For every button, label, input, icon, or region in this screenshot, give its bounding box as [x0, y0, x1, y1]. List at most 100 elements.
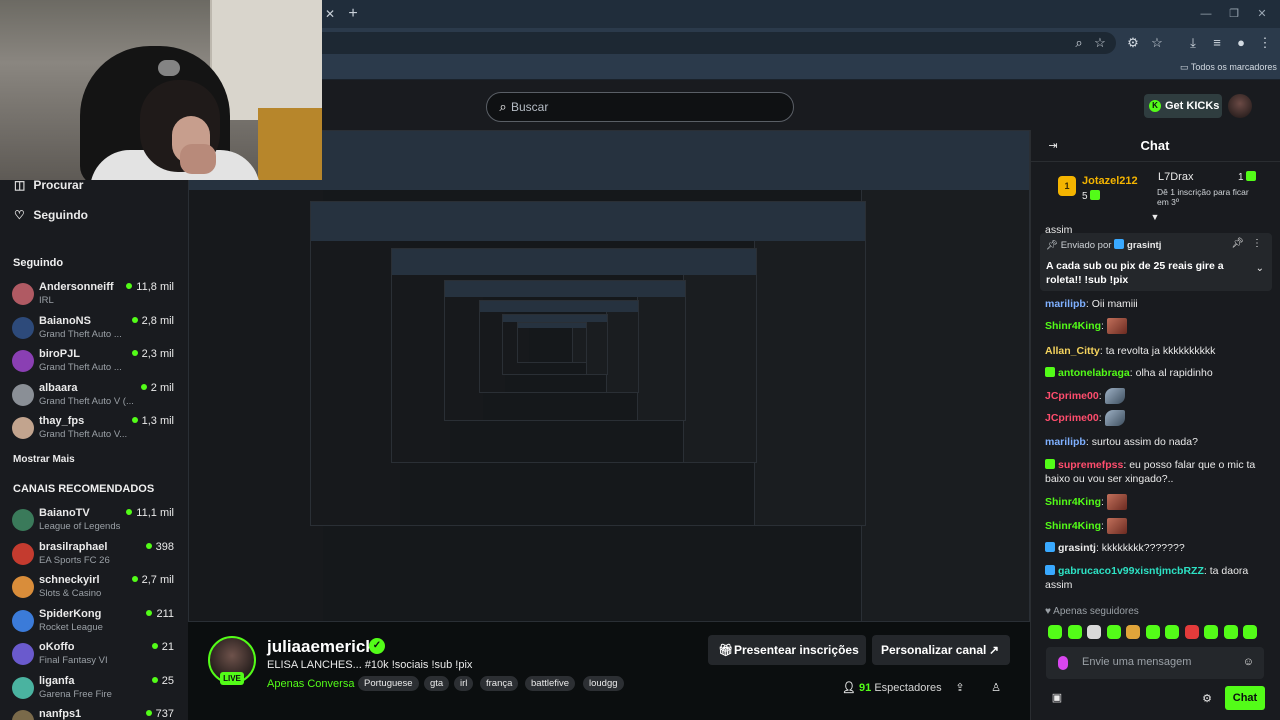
- chat-username[interactable]: grasintj: [1058, 542, 1096, 554]
- kicks-coin-icon: K: [1149, 100, 1161, 112]
- tag-gta[interactable]: gta: [424, 676, 450, 691]
- quick-emote-icon[interactable]: [1106, 625, 1121, 639]
- following-channel[interactable]: BaianoNS Grand Theft Auto ... 2,8 mil: [12, 313, 180, 343]
- gift-subs-button[interactable]: 🎁︎ Presentear inscrições: [708, 635, 866, 665]
- nav-following[interactable]: ♡ Seguindo: [14, 208, 88, 222]
- pinned-text: A cada sub ou pix de 25 reais gire a rol…: [1046, 260, 1224, 286]
- sub-gift-icon-2: [1246, 171, 1257, 181]
- rec-channel[interactable]: BaianoTV League of Legends 11,1 mil: [12, 505, 180, 535]
- chat-username[interactable]: JCprime00: [1045, 390, 1099, 402]
- customize-channel-button[interactable]: Personalizar canal ↗: [872, 635, 1010, 665]
- quick-emote-icon[interactable]: [1048, 625, 1062, 639]
- bookmark-star-icon[interactable]: ☆: [1091, 34, 1109, 52]
- minimize-icon[interactable]: —: [1198, 6, 1214, 22]
- sub-gift-icon: [1090, 190, 1101, 200]
- emoji-icon[interactable]: ☺: [1243, 656, 1254, 668]
- chat-username[interactable]: gabrucaco1v99xisntjmcbRZZ: [1058, 565, 1204, 577]
- share-icon[interactable]: ⇪: [952, 680, 968, 696]
- preview-chat: [636, 297, 685, 420]
- show-more-link[interactable]: Mostrar Mais: [13, 454, 75, 465]
- quick-emote-icon[interactable]: [1145, 625, 1160, 639]
- live-dot: [131, 417, 138, 423]
- emote-quick-bar: [1048, 625, 1264, 641]
- tag-battlefive[interactable]: battlefive: [525, 676, 576, 691]
- video-player[interactable]: [188, 130, 1030, 622]
- profile-icon[interactable]: ●: [1232, 34, 1250, 52]
- quick-emote-icon[interactable]: [1165, 625, 1179, 639]
- tag-portuguese[interactable]: Portuguese: [358, 676, 419, 691]
- rec-channel[interactable]: schneckyirl Slots & Casino 2,7 mil: [12, 572, 180, 602]
- following-channel[interactable]: albaara Grand Theft Auto V (... 2 mil: [12, 380, 180, 410]
- close-tab-icon[interactable]: ✕: [322, 6, 338, 22]
- send-chat-button[interactable]: Chat: [1225, 686, 1265, 710]
- channel-viewer-count: 398: [155, 540, 174, 553]
- quick-emote-icon[interactable]: [1087, 625, 1101, 639]
- following-channel[interactable]: biroPJL Grand Theft Auto ... 2,3 mil: [12, 346, 180, 376]
- chat-username[interactable]: supremefpss: [1058, 459, 1123, 471]
- tag-franca[interactable]: frança: [480, 676, 519, 691]
- channel-avatar: [12, 509, 34, 531]
- chat-username[interactable]: Shinr4King: [1045, 520, 1101, 532]
- chat-username[interactable]: marilipb: [1045, 436, 1086, 448]
- chat-message: JCprime00:: [1045, 410, 1267, 426]
- viewer-count: 👤︎ 91 Espectadores: [842, 681, 942, 694]
- extension-icon[interactable]: ⚙: [1124, 34, 1142, 52]
- nav-browse[interactable]: ◫ Procurar: [14, 178, 83, 192]
- chat-input-placeholder: Envie uma mensagem: [1082, 656, 1192, 668]
- quick-emote-icon[interactable]: [1184, 625, 1199, 639]
- download-icon[interactable]: ⤓: [1184, 34, 1202, 52]
- chat-username[interactable]: Shinr4King: [1045, 320, 1101, 332]
- chevron-down-icon[interactable]: ⌄: [1256, 263, 1264, 274]
- search-input[interactable]: ⌕ Buscar: [486, 92, 794, 122]
- emote-bird-icon: [1104, 388, 1125, 404]
- quick-emote-icon[interactable]: [1223, 625, 1238, 639]
- followers-only-notice: ♥ Apenas seguidores: [1045, 606, 1139, 617]
- chat-username[interactable]: Allan_Citty: [1045, 345, 1100, 357]
- collapse-chat-icon[interactable]: ⇥: [1046, 139, 1060, 153]
- rec-channel[interactable]: liganfa Garena Free Fire 25: [12, 673, 180, 703]
- preview-browser-bar: [311, 202, 865, 242]
- unpin-icon[interactable]: 📌︎: [1231, 238, 1244, 249]
- quick-emote-icon[interactable]: [1067, 625, 1082, 639]
- live-dot: [131, 576, 138, 582]
- preview-chat: [572, 328, 586, 363]
- all-bookmarks-folder[interactable]: ▭ Todos os marcadores: [1180, 62, 1277, 73]
- stream-category[interactable]: Apenas Conversa: [267, 678, 354, 690]
- quick-emote-icon[interactable]: [1126, 625, 1140, 639]
- chat-username[interactable]: marilipb: [1045, 298, 1086, 310]
- rec-channel[interactable]: nanfps1 737: [12, 706, 180, 720]
- chat-username[interactable]: antonelabraga: [1058, 367, 1130, 379]
- streamer-name[interactable]: juliaaemerick: [267, 637, 375, 657]
- follow-icon[interactable]: ♙: [988, 680, 1004, 696]
- bookmarks-icon[interactable]: ☆: [1148, 34, 1166, 52]
- menu-icon[interactable]: ⋮: [1256, 34, 1274, 52]
- following-channel[interactable]: thay_fps Grand Theft Auto V... 1,3 mil: [12, 413, 180, 443]
- following-channel[interactable]: Andersonneiff IRL 11,8 mil: [12, 279, 180, 309]
- new-tab-icon[interactable]: +: [344, 5, 362, 23]
- rec-channel[interactable]: oKoffo Final Fantasy VI 21: [12, 639, 180, 669]
- restore-icon[interactable]: ❐: [1226, 6, 1242, 22]
- close-window-icon[interactable]: ✕: [1254, 6, 1270, 22]
- tag-irl[interactable]: irl: [454, 676, 474, 691]
- chat-username[interactable]: JCprime00: [1045, 412, 1099, 424]
- zoom-icon[interactable]: ⌕: [1070, 34, 1088, 52]
- media-icon[interactable]: ≡: [1208, 34, 1226, 52]
- get-kicks-button[interactable]: K Get KICKs: [1144, 94, 1222, 118]
- chat-message-input[interactable]: Envie uma mensagem ☺: [1046, 647, 1264, 679]
- rec-channel[interactable]: brasilraphael EA Sports FC 26 398: [12, 539, 180, 569]
- quick-emote-icon[interactable]: [1204, 625, 1218, 639]
- leaderboard-top-name[interactable]: Jotazel212: [1082, 175, 1138, 187]
- channel-category: IRL: [39, 295, 54, 306]
- chat-username[interactable]: Shinr4King: [1045, 496, 1101, 508]
- leaderboard-second-name[interactable]: L7Drax: [1158, 171, 1193, 183]
- channel-avatar: [12, 283, 34, 305]
- pinned-more-icon[interactable]: ⋮: [1252, 238, 1262, 249]
- quick-emote-icon[interactable]: [1243, 625, 1257, 639]
- gear-icon[interactable]: ⚙: [1200, 692, 1214, 706]
- tag-loudgg[interactable]: loudgg: [583, 676, 624, 691]
- pinned-author[interactable]: grasintj: [1127, 240, 1161, 251]
- channel-avatar: [12, 710, 34, 720]
- rec-channel[interactable]: SpiderKong Rocket League 211: [12, 606, 180, 636]
- store-icon[interactable]: ▣: [1050, 691, 1064, 705]
- user-avatar[interactable]: [1228, 94, 1252, 118]
